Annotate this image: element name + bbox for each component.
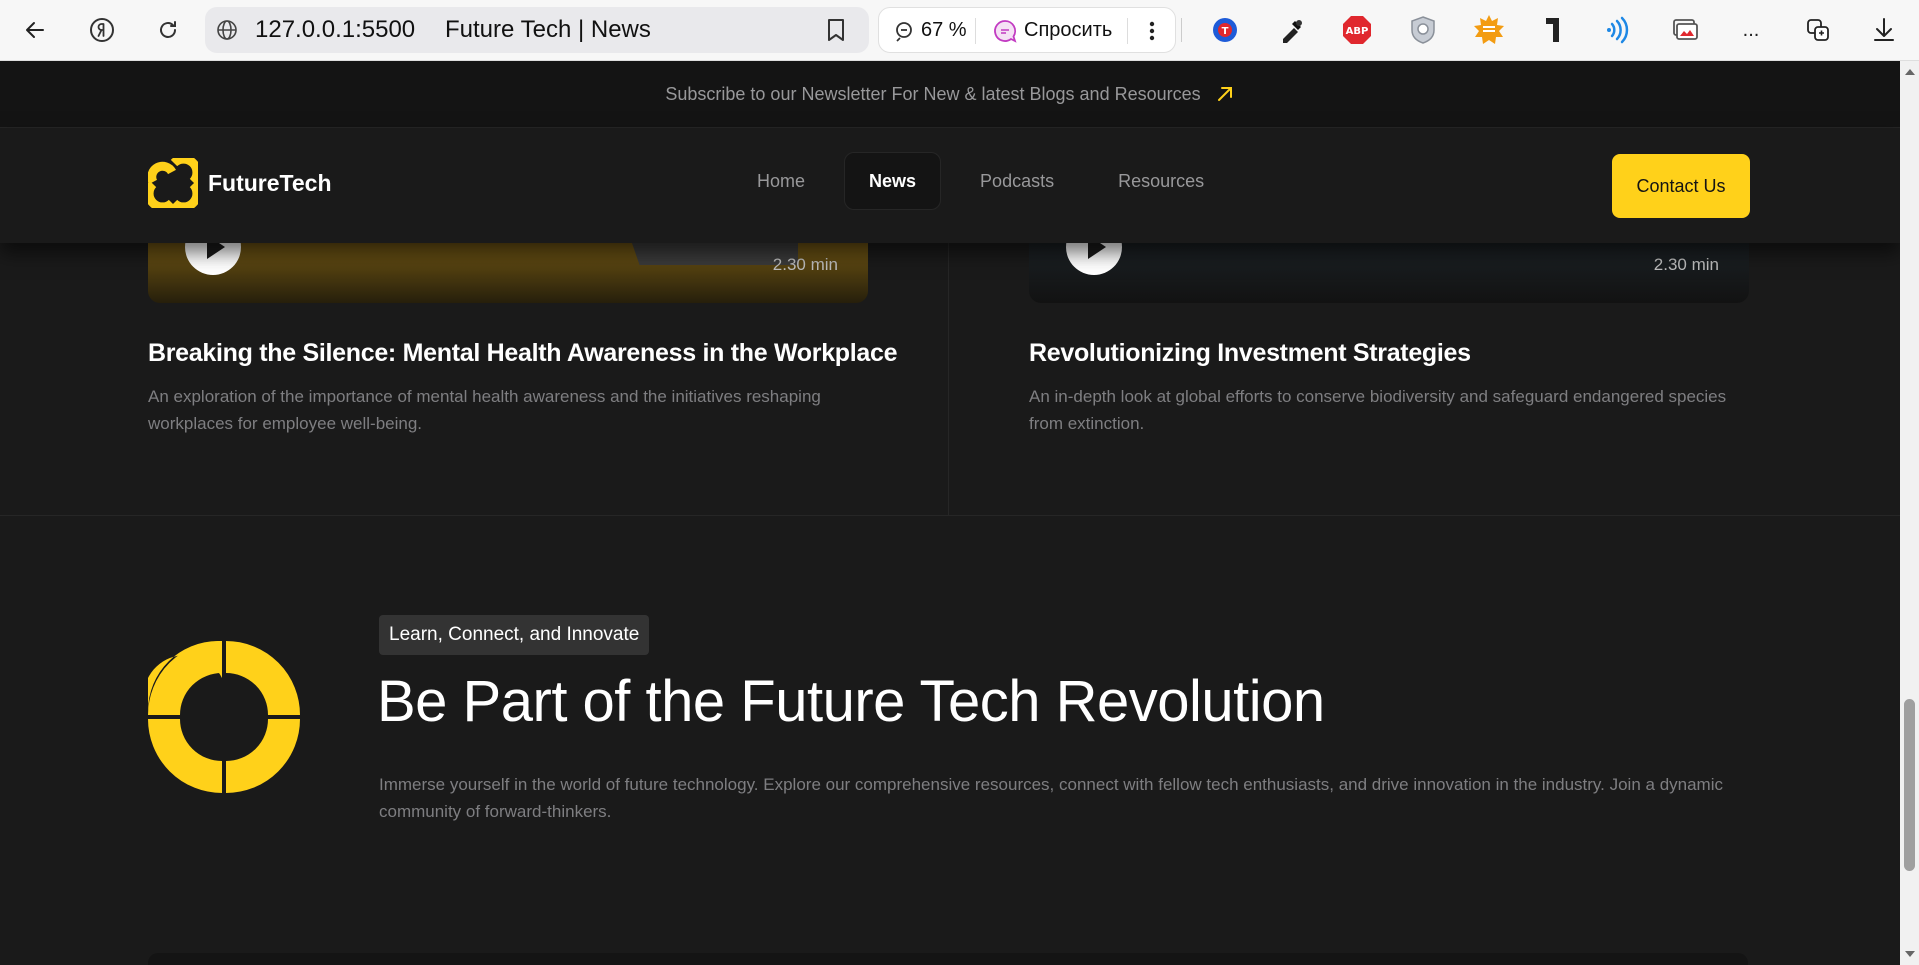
sun-extension-icon <box>1474 15 1504 44</box>
color-picker-icon <box>1283 20 1302 43</box>
card-divider <box>948 243 949 516</box>
ask-button[interactable]: Спросить <box>1024 8 1112 52</box>
site-header: FutureTech Home News Podcasts Resources … <box>0 128 1900 243</box>
nav-item-news[interactable]: News <box>844 152 942 210</box>
video-duration: 2.30 min <box>772 255 838 274</box>
reload-icon <box>160 21 176 38</box>
bookmark-icon[interactable] <box>825 17 847 43</box>
translate-extension-icon: T <box>1213 18 1237 42</box>
zoom-icon[interactable] <box>893 20 915 42</box>
screen-capture-extension-button[interactable] <box>1667 12 1703 48</box>
futuretech-large-logo-icon <box>148 641 300 793</box>
sun-extension-button[interactable] <box>1471 12 1507 48</box>
wifi-extension-icon <box>1607 16 1629 44</box>
screen-capture-icon <box>1673 19 1698 40</box>
contact-us-button[interactable]: Contact Us <box>1612 154 1750 218</box>
arrow-up-right-icon[interactable] <box>1215 84 1235 104</box>
download-icon <box>1874 18 1894 41</box>
shield-extension-button[interactable] <box>1405 12 1441 48</box>
browser-toolbar: 127.0.0.1:5500 Future Tech | News 67 % С… <box>0 0 1919 61</box>
toolbar-divider <box>975 18 976 44</box>
more-extensions-button[interactable]: ... <box>1733 12 1769 48</box>
zoom-level[interactable]: 67 % <box>921 8 967 52</box>
cta-section: Learn, Connect, and Innovate Be Part of … <box>0 516 1900 965</box>
card-description: An exploration of the importance of ment… <box>148 387 821 433</box>
reload-button[interactable] <box>150 12 186 48</box>
typography-extension-button[interactable] <box>1535 12 1571 48</box>
card-description: An in-depth look at global efforts to co… <box>1029 387 1727 433</box>
extensions-divider <box>1181 18 1182 42</box>
cta-title: Be Part of the Future Tech Revolution <box>377 669 1325 734</box>
globe-icon <box>217 20 237 40</box>
more-vertical-icon[interactable] <box>1142 20 1162 42</box>
toolbar-divider <box>1127 18 1128 44</box>
wifi-extension-button[interactable] <box>1601 12 1637 48</box>
collections-icon <box>1807 19 1829 41</box>
url-text[interactable]: 127.0.0.1:5500 <box>255 7 415 53</box>
stats-panel <box>148 953 1748 965</box>
yandex-home-button[interactable] <box>84 12 120 48</box>
video-duration: 2.30 min <box>1653 255 1719 274</box>
svg-text:ABP: ABP <box>1346 26 1369 37</box>
newsletter-text[interactable]: Subscribe to our Newsletter For New & la… <box>665 84 1200 105</box>
shield-extension-icon <box>1411 16 1435 44</box>
news-cards-section: 2.30 min Breaking the Silence: Mental He… <box>0 203 1900 516</box>
newsletter-bar[interactable]: Subscribe to our Newsletter For New & la… <box>0 61 1900 128</box>
typography-extension-icon <box>1546 18 1559 42</box>
page-scrollbar[interactable] <box>1900 61 1919 965</box>
scroll-up-icon[interactable] <box>1905 69 1915 75</box>
tab-title-text: Future Tech | News <box>445 16 651 43</box>
futuretech-logo-icon <box>148 158 198 208</box>
site-logo[interactable]: FutureTech <box>148 158 332 208</box>
nav-item-home[interactable]: Home <box>732 152 830 210</box>
alice-ask-icon[interactable] <box>992 18 1018 44</box>
cta-description: Immerse yourself in the world of future … <box>379 775 1723 821</box>
card-title[interactable]: Breaking the Silence: Mental Health Awar… <box>148 339 898 368</box>
downloads-button[interactable] <box>1866 12 1902 48</box>
page-viewport: Subscribe to our Newsletter For New & la… <box>0 61 1900 965</box>
arrow-left-icon <box>26 22 44 38</box>
adblock-icon: ABP <box>1343 16 1371 44</box>
svg-text:T: T <box>1222 26 1229 37</box>
main-navigation: Home News Podcasts Resources <box>732 152 1243 210</box>
yandex-logo-icon <box>90 18 114 42</box>
address-bar[interactable]: 127.0.0.1:5500 Future Tech | News <box>205 7 869 53</box>
logo-text[interactable]: FutureTech <box>208 170 332 197</box>
cta-tag: Learn, Connect, and Innovate <box>379 615 650 655</box>
nav-item-resources[interactable]: Resources <box>1093 152 1229 210</box>
card-title[interactable]: Revolutionizing Investment Strategies <box>1029 339 1471 368</box>
scroll-down-icon[interactable] <box>1905 951 1915 957</box>
scroll-thumb[interactable] <box>1904 699 1915 871</box>
back-button[interactable] <box>17 12 53 48</box>
collections-button[interactable] <box>1800 12 1836 48</box>
adblock-extension-button[interactable]: ABP <box>1339 12 1375 48</box>
nav-item-podcasts[interactable]: Podcasts <box>955 152 1079 210</box>
assistant-toolbar: 67 % Спросить <box>878 7 1176 53</box>
translate-extension-button[interactable]: T <box>1207 12 1243 48</box>
color-picker-extension-button[interactable] <box>1274 12 1310 48</box>
